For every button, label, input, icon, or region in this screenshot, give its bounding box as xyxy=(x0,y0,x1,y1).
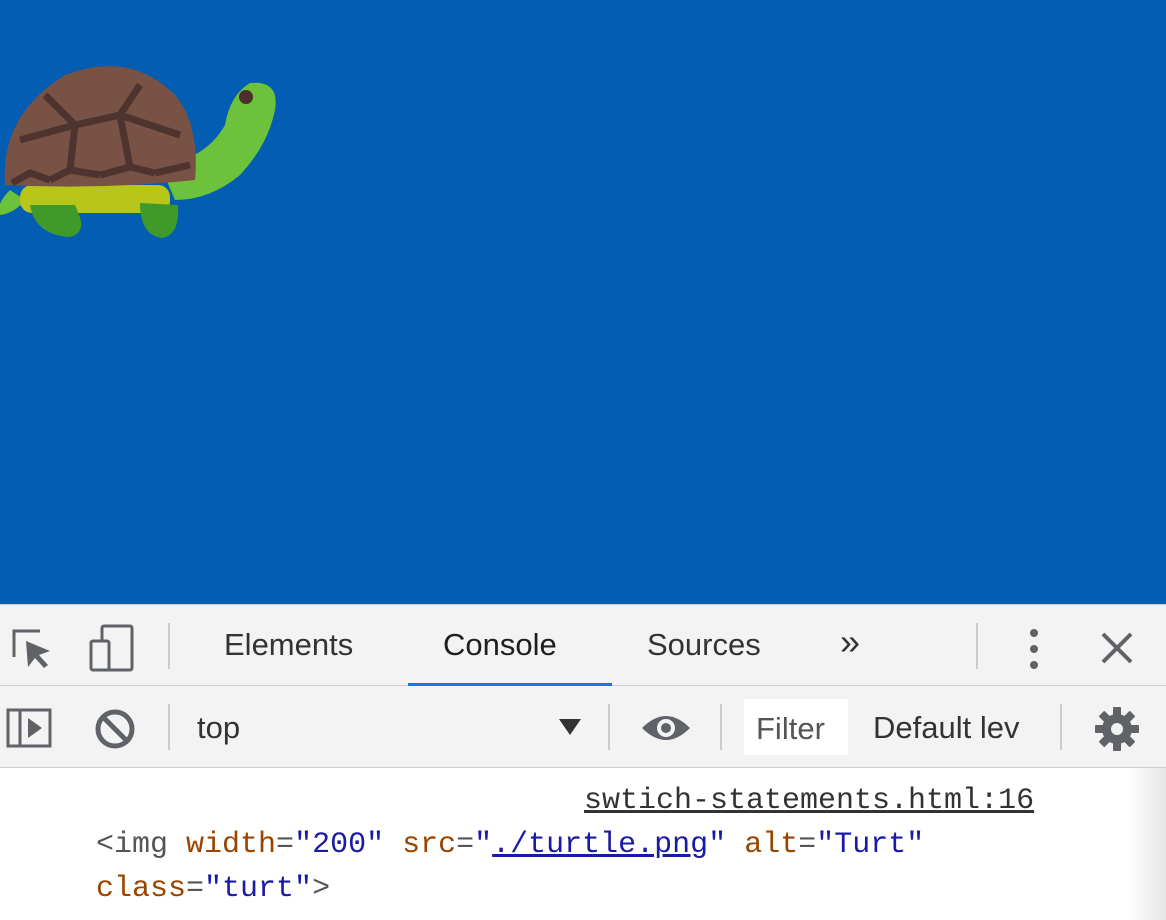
devtools-tab-bar: Elements Console Sources » xyxy=(0,604,1166,687)
attr-src-name: src xyxy=(402,828,457,862)
toolbar-separator xyxy=(608,704,610,750)
src-link[interactable]: ./turtle.png xyxy=(492,828,708,862)
device-toolbar-icon[interactable] xyxy=(88,623,136,673)
filter-input[interactable]: Filter xyxy=(744,699,848,755)
close-icon[interactable] xyxy=(1100,631,1134,665)
dropdown-arrow-icon[interactable] xyxy=(558,718,582,736)
source-location-link[interactable]: swtich-statements.html:16 xyxy=(584,784,1034,818)
console-log-entry-line-2: class="turt"> xyxy=(96,872,330,906)
page-viewport xyxy=(0,0,1166,604)
console-log-entry-line-1: <img width="200" src="./turtle.png" alt=… xyxy=(96,828,924,862)
toolbar-separator xyxy=(168,704,170,750)
more-vertical-icon[interactable] xyxy=(1022,625,1046,673)
tag-close: > xyxy=(312,872,331,906)
context-selector[interactable]: top xyxy=(197,710,240,746)
filter-placeholder: Filter xyxy=(756,711,825,746)
eye-icon[interactable] xyxy=(640,712,692,744)
inspect-element-icon[interactable] xyxy=(10,627,54,671)
tabbar-separator xyxy=(976,623,978,669)
equals-sign: = xyxy=(186,872,205,906)
attr-width-name: width xyxy=(186,828,277,862)
tab-elements[interactable]: Elements xyxy=(224,627,353,663)
equals-sign: = xyxy=(276,828,295,862)
quote-close: " xyxy=(708,828,727,862)
toolbar-separator xyxy=(720,704,722,750)
attr-alt-name: alt xyxy=(744,828,799,862)
equals-sign: = xyxy=(456,828,475,862)
quote-open: " xyxy=(474,828,493,862)
attr-class-name: class xyxy=(96,872,187,906)
log-levels-dropdown[interactable]: Default lev xyxy=(873,710,1019,746)
devtools-panel: Elements Console Sources » top Filter De… xyxy=(0,604,1166,920)
scroll-edge-fade xyxy=(1126,768,1166,920)
tabbar-separator xyxy=(168,623,170,669)
show-sidebar-icon[interactable] xyxy=(6,708,52,748)
attr-class-value: "turt" xyxy=(204,872,313,906)
toolbar-separator xyxy=(1060,704,1062,750)
turtle-image xyxy=(0,66,276,238)
console-toolbar: top Filter Default lev xyxy=(0,686,1166,768)
console-output: swtich-statements.html:16 <img width="20… xyxy=(0,768,1166,920)
attr-alt-value: "Turt" xyxy=(816,828,925,862)
equals-sign: = xyxy=(798,828,817,862)
more-tabs-button[interactable]: » xyxy=(840,621,860,663)
tab-sources[interactable]: Sources xyxy=(647,627,761,663)
tab-console[interactable]: Console xyxy=(443,627,557,663)
gear-icon[interactable] xyxy=(1094,706,1140,752)
tag-open: <img xyxy=(96,828,169,862)
clear-console-icon[interactable] xyxy=(94,708,136,750)
attr-width-value: "200" xyxy=(294,828,385,862)
